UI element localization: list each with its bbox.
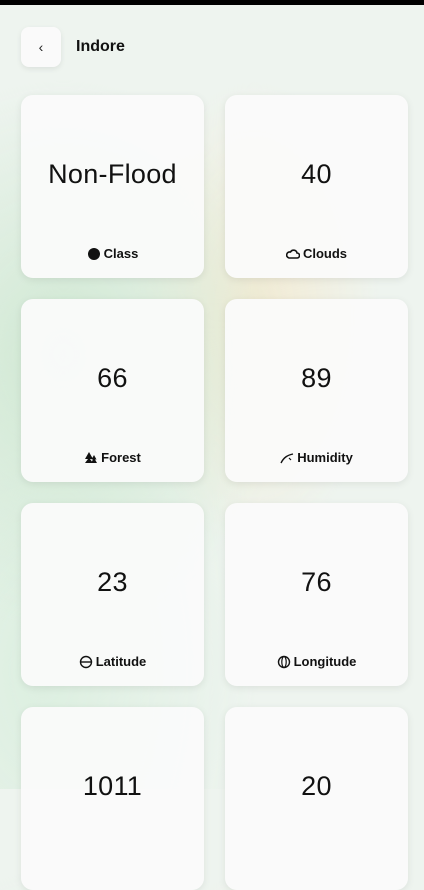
humidity-icon: [280, 451, 294, 465]
longitude-value: 76: [301, 567, 332, 597]
class-label-row: Class: [21, 246, 204, 261]
latitude-label: Latitude: [95, 654, 147, 669]
top-status-bar: [0, 0, 424, 5]
chevron-left-icon: ‹: [38, 39, 44, 55]
latitude-label-row: Latitude: [21, 654, 204, 669]
class-value: Non-Flood: [48, 159, 177, 189]
clouds-card[interactable]: 40 Clouds: [225, 95, 408, 278]
forest-label-row: Forest: [21, 450, 204, 465]
humidity-value: 89: [301, 363, 332, 393]
pressure-value: 1011: [82, 771, 143, 801]
latitude-card[interactable]: 23 Latitude: [21, 503, 204, 686]
clouds-label: Clouds: [302, 246, 348, 261]
forest-value: 66: [97, 363, 128, 393]
circle-icon: [87, 247, 101, 261]
header: ‹ Indore: [21, 27, 125, 67]
temperature-card[interactable]: 20: [225, 707, 408, 890]
temperature-value: 20: [301, 771, 332, 801]
longitude-card[interactable]: 76 Longitude: [225, 503, 408, 686]
latitude-icon: [79, 655, 93, 669]
humidity-label: Humidity: [297, 450, 353, 465]
class-card[interactable]: Non-Flood Class: [21, 95, 204, 278]
humidity-card[interactable]: 89 Humidity: [225, 299, 408, 482]
forest-card[interactable]: 66 Forest: [21, 299, 204, 482]
clouds-value: 40: [301, 159, 332, 189]
humidity-label-row: Humidity: [225, 450, 408, 465]
latitude-value: 23: [97, 567, 128, 597]
tree-icon: [84, 451, 98, 465]
longitude-label: Longitude: [293, 654, 357, 669]
forest-label: Forest: [101, 450, 141, 465]
page-title: Indore: [76, 38, 125, 55]
longitude-label-row: Longitude: [225, 654, 408, 669]
cloud-icon: [285, 247, 300, 261]
clouds-label-row: Clouds: [225, 246, 408, 261]
back-button[interactable]: ‹: [21, 27, 61, 67]
pressure-card[interactable]: 1011: [21, 707, 204, 890]
longitude-icon: [277, 655, 291, 669]
class-label: Class: [103, 246, 139, 261]
